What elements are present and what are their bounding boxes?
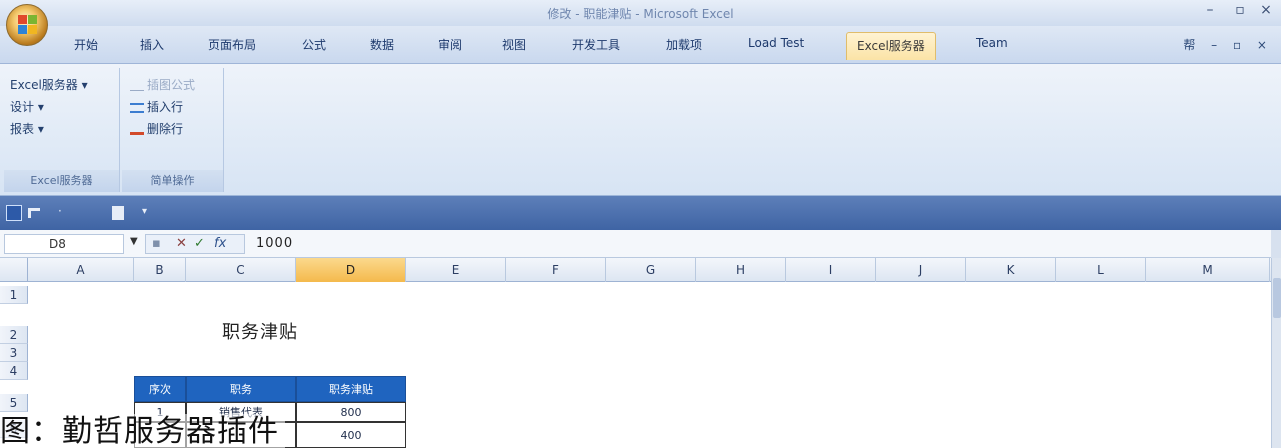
tab-load-test[interactable]: Load Test: [748, 36, 804, 50]
enter-icon[interactable]: ✓: [194, 236, 205, 251]
delete-row-button[interactable]: 删除行: [130, 120, 183, 137]
column-header[interactable]: G: [606, 258, 696, 282]
excel-server-menu[interactable]: Excel服务器 ▾: [10, 76, 88, 93]
window-title: 修改 - 职能津贴 - Microsoft Excel: [547, 7, 734, 21]
formula-bar: D8 ▼ ▪ ✕ ✓ fx 1000: [0, 230, 1281, 258]
insert-formula-label: 插图公式: [147, 78, 196, 92]
name-box-dropdown-icon[interactable]: ▼: [130, 236, 138, 247]
row-header[interactable]: 1: [0, 286, 28, 304]
insert-row-label: 插入行: [147, 100, 184, 114]
column-header[interactable]: L: [1056, 258, 1146, 282]
delete-row-icon: [130, 125, 144, 135]
row-header[interactable]: 4: [0, 362, 28, 380]
ribbon-tab-row: 开始 插入 页面布局 公式 数据 审阅 视图 开发工具 加载项 Load Tes…: [0, 26, 1281, 64]
column-header[interactable]: C: [186, 258, 296, 282]
tab-insert[interactable]: 插入: [140, 36, 164, 53]
name-box[interactable]: D8: [4, 234, 124, 254]
ribbon: Excel服务器 ▾ 设计 ▾ 报表 ▾ Excel服务器 插图公式 插入行 删…: [0, 64, 1281, 196]
report-menu[interactable]: 报表 ▾: [10, 120, 44, 137]
row-header[interactable]: 2: [0, 326, 28, 344]
quick-access-toolbar: · ▾: [0, 196, 1281, 230]
undo-icon[interactable]: [28, 208, 40, 218]
insert-row-icon: [130, 102, 144, 113]
formula-buttons: ▪ ✕ ✓ fx: [145, 234, 245, 254]
formula-input[interactable]: 1000: [256, 236, 293, 251]
sheet-title: 职务津贴: [222, 322, 298, 343]
table-header-cell[interactable]: 职务: [186, 376, 296, 402]
table-cell[interactable]: 800: [296, 402, 406, 422]
insert-function-icon[interactable]: fx: [214, 236, 226, 251]
office-logo-icon: [18, 15, 38, 35]
delete-row-label: 删除行: [147, 122, 184, 136]
column-header[interactable]: K: [966, 258, 1056, 282]
new-document-icon[interactable]: [112, 206, 124, 220]
qat-customize-icon[interactable]: ▾: [142, 206, 158, 222]
formula-bar-scroll[interactable]: [1271, 230, 1281, 258]
column-headers: A B C D E F G H I J K L M: [0, 258, 1281, 282]
tab-view[interactable]: 视图: [502, 36, 526, 53]
column-header[interactable]: E: [406, 258, 506, 282]
vertical-scrollbar[interactable]: [1271, 258, 1281, 448]
expand-icon[interactable]: ▪: [152, 236, 161, 251]
scrollbar-thumb[interactable]: [1273, 278, 1281, 318]
select-all-corner[interactable]: [0, 258, 28, 282]
tab-excel-server[interactable]: Excel服务器: [846, 32, 936, 60]
column-header[interactable]: H: [696, 258, 786, 282]
column-header[interactable]: I: [786, 258, 876, 282]
row-header[interactable]: 5: [0, 394, 28, 412]
table-header-cell[interactable]: 序次: [134, 376, 186, 402]
table-cell[interactable]: 400: [296, 422, 406, 448]
tab-home[interactable]: 开始: [74, 36, 98, 53]
image-caption: 图：勤哲服务器插件: [0, 414, 285, 448]
insert-row-button[interactable]: 插入行: [130, 98, 183, 115]
minimize-button[interactable]: –: [1196, 2, 1224, 18]
tab-formulas[interactable]: 公式: [302, 36, 326, 53]
column-header-selected[interactable]: D: [296, 258, 406, 282]
ribbon-group-excel-server: Excel服务器 ▾ 设计 ▾ 报表 ▾ Excel服务器: [4, 68, 120, 192]
qat-separator-icon: ·: [58, 204, 62, 218]
office-button[interactable]: [6, 4, 48, 46]
tab-data[interactable]: 数据: [370, 36, 394, 53]
tab-addins[interactable]: 加载项: [666, 36, 702, 53]
formula-icon: [130, 81, 144, 91]
tab-page-layout[interactable]: 页面布局: [208, 36, 256, 53]
tab-developer[interactable]: 开发工具: [572, 36, 620, 53]
column-header[interactable]: M: [1146, 258, 1270, 282]
ribbon-help-controls[interactable]: 帮 – ▫ ×: [1183, 36, 1273, 53]
column-header[interactable]: J: [876, 258, 966, 282]
close-button[interactable]: ×: [1252, 2, 1280, 18]
ribbon-group-label: Excel服务器: [4, 170, 119, 192]
tab-team[interactable]: Team: [976, 36, 1008, 50]
ribbon-group-simple-ops: 插图公式 插入行 删除行 简单操作: [122, 68, 224, 192]
insert-formula-button[interactable]: 插图公式: [130, 76, 195, 93]
row-header[interactable]: 3: [0, 344, 28, 362]
column-header[interactable]: A: [28, 258, 134, 282]
column-header[interactable]: B: [134, 258, 186, 282]
maximize-button[interactable]: ▫: [1226, 2, 1254, 18]
table-header-cell[interactable]: 职务津贴: [296, 376, 406, 402]
column-header[interactable]: F: [506, 258, 606, 282]
design-menu[interactable]: 设计 ▾: [10, 98, 44, 115]
save-icon[interactable]: [6, 205, 22, 221]
cancel-icon[interactable]: ✕: [176, 236, 187, 251]
tab-review[interactable]: 审阅: [438, 36, 462, 53]
ribbon-group-label: 简单操作: [122, 170, 223, 192]
title-bar: 修改 - 职能津贴 - Microsoft Excel – ▫ ×: [0, 0, 1281, 26]
